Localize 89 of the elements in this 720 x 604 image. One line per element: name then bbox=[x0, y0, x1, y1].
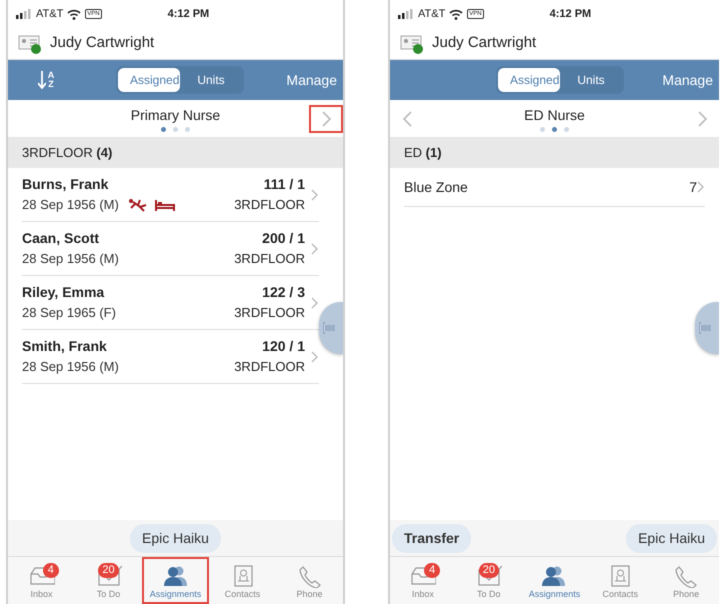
chevron-icon bbox=[311, 188, 319, 202]
phone-icon bbox=[296, 564, 322, 588]
wifi-icon bbox=[449, 8, 464, 20]
people-icon bbox=[162, 564, 188, 588]
patient-row[interactable]: Smith, Frank 28 Sep 1956 (M) 120 / 1 3RDFLOOR bbox=[22, 330, 319, 384]
patient-row[interactable]: Burns, Frank 28 Sep 1956 (M) 111 / 1 3RDFLOOR bbox=[22, 168, 319, 222]
tab-bar-item[interactable]: Inbox 4 bbox=[8, 557, 75, 604]
checked-envelope-icon bbox=[476, 564, 502, 588]
unit-row[interactable]: Blue Zone 7 bbox=[404, 168, 705, 207]
chevron-icon bbox=[311, 350, 319, 364]
scan-button[interactable] bbox=[319, 302, 343, 354]
wifi-icon bbox=[67, 8, 82, 20]
patient-name: Smith, Frank bbox=[22, 337, 108, 356]
phone-icon bbox=[673, 564, 700, 588]
section-header: ED (1) bbox=[404, 144, 442, 162]
patient-row[interactable]: Riley, Emma 28 Sep 1965 (F) 122 / 3 3RDFLOOR bbox=[22, 276, 319, 330]
room-bed: 120 / 1 bbox=[261, 337, 305, 356]
tab-bar-item[interactable]: To Do 20 bbox=[456, 557, 522, 604]
patient-name: Caan, Scott bbox=[22, 229, 100, 248]
tab-bar-item[interactable]: Contacts bbox=[209, 557, 276, 604]
tab-bar-item[interactable]: Assignments bbox=[522, 557, 588, 604]
segment-tab[interactable]: Units bbox=[180, 68, 242, 92]
room-bed: 200 / 1 bbox=[261, 229, 305, 248]
unit-name: 3RDFLOOR bbox=[234, 196, 305, 214]
manage-button[interactable]: Manage bbox=[284, 70, 339, 90]
tab-bar-item[interactable]: To Do 20 bbox=[75, 557, 142, 604]
role-title: Primary Nurse bbox=[130, 107, 222, 123]
segment-tab[interactable]: Assigned bbox=[498, 68, 560, 92]
carrier-name: AT&T bbox=[418, 6, 446, 22]
action-button[interactable]: Epic Haiku bbox=[626, 524, 717, 552]
segment-tab[interactable]: Assigned bbox=[118, 68, 180, 92]
chevron-left-icon bbox=[401, 110, 413, 128]
next-button[interactable] bbox=[309, 104, 343, 132]
unit-count: 7 bbox=[689, 178, 697, 196]
page-dot[interactable] bbox=[540, 127, 545, 132]
tab-bar-item[interactable]: Phone bbox=[276, 557, 343, 604]
barcode-icon bbox=[699, 322, 713, 334]
section-header: 3RDFLOOR (4) bbox=[22, 144, 112, 162]
patient-details: 28 Sep 1956 (M) bbox=[22, 196, 119, 214]
tab-bar-item[interactable]: Phone bbox=[653, 557, 719, 604]
tab-bar-item[interactable]: Assignments bbox=[142, 557, 209, 604]
patient-name: Riley, Emma bbox=[22, 283, 106, 302]
badge-count: 20 bbox=[98, 563, 119, 578]
chevron-icon bbox=[697, 180, 705, 194]
status-time: 4:12 PM bbox=[550, 6, 592, 22]
barcode-icon bbox=[323, 322, 337, 334]
tab-bar-item[interactable]: Inbox 4 bbox=[390, 557, 456, 604]
manage-button[interactable]: Manage bbox=[660, 70, 715, 90]
action-button[interactable]: Epic Haiku bbox=[130, 524, 221, 552]
patient-details: 28 Sep 1965 (F) bbox=[22, 304, 116, 322]
page-dot[interactable] bbox=[185, 127, 190, 132]
chevron-right-icon bbox=[696, 110, 708, 128]
page-dot[interactable] bbox=[564, 127, 569, 132]
unit-name: 3RDFLOOR bbox=[234, 358, 305, 376]
chevron-icon bbox=[311, 242, 319, 256]
badge-count: 20 bbox=[478, 563, 500, 578]
room-bed: 122 / 3 bbox=[261, 283, 305, 302]
badge-count: 4 bbox=[42, 563, 59, 578]
patient-row[interactable]: Caan, Scott 28 Sep 1956 (M) 200 / 1 3RDFLOOR bbox=[22, 222, 319, 276]
user-name: Judy Cartwright bbox=[50, 33, 154, 54]
people-icon bbox=[541, 564, 568, 588]
action-button[interactable]: Transfer bbox=[392, 524, 472, 552]
patient-details: 28 Sep 1956 (M) bbox=[22, 250, 119, 268]
room-bed: 111 / 1 bbox=[262, 175, 305, 194]
down-arrow-icon bbox=[38, 71, 46, 89]
tab-bar-item[interactable]: Contacts bbox=[587, 557, 654, 604]
page-dot[interactable] bbox=[161, 127, 166, 132]
chevron-right-icon bbox=[320, 110, 332, 128]
user-name: Judy Cartwright bbox=[432, 33, 536, 54]
unit-name: 3RDFLOOR bbox=[234, 304, 305, 322]
page-dot[interactable] bbox=[552, 127, 557, 132]
unit-name: 3RDFLOOR bbox=[234, 250, 305, 268]
status-time: 4:12 PM bbox=[168, 6, 210, 22]
chevron-icon bbox=[311, 296, 319, 310]
signal-icon bbox=[398, 9, 414, 19]
badge-count: 4 bbox=[424, 563, 440, 578]
sort-button[interactable]: A Z bbox=[16, 71, 76, 89]
scan-button[interactable] bbox=[695, 302, 719, 354]
page-dot[interactable] bbox=[173, 127, 178, 132]
patient-details: 28 Sep 1956 (M) bbox=[22, 358, 119, 376]
unit-name: Blue Zone bbox=[404, 178, 468, 196]
role-title: ED Nurse bbox=[523, 107, 586, 123]
bed-icon bbox=[154, 198, 175, 212]
fall-icon bbox=[126, 198, 147, 212]
checked-envelope-icon bbox=[96, 564, 122, 588]
patient-name: Burns, Frank bbox=[22, 175, 110, 194]
signal-icon bbox=[16, 9, 32, 19]
segment-tab[interactable]: Units bbox=[560, 68, 622, 92]
carrier-name: AT&T bbox=[36, 6, 64, 22]
